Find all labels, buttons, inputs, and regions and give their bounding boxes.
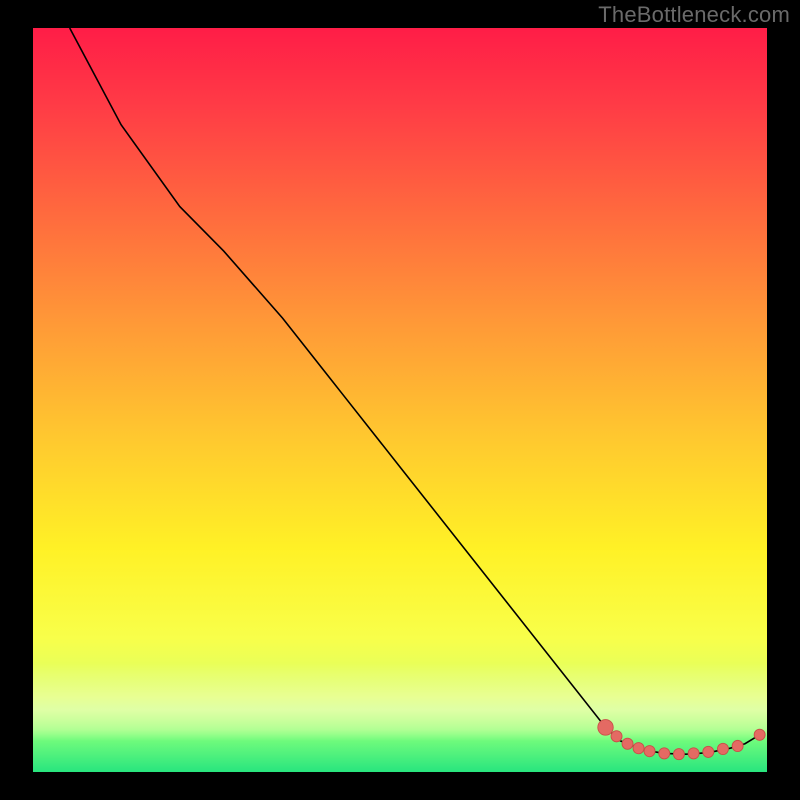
data-point: [732, 740, 743, 751]
chart-container: TheBottleneck.com: [0, 0, 800, 800]
data-point: [659, 748, 670, 759]
data-point: [688, 748, 699, 759]
data-point: [633, 743, 644, 754]
data-point: [703, 746, 714, 757]
curve-path: [70, 28, 760, 754]
data-markers: [598, 720, 765, 760]
data-point: [622, 738, 633, 749]
data-point: [598, 720, 613, 736]
watermark-text: TheBottleneck.com: [598, 2, 790, 28]
bottleneck-curve: [70, 28, 760, 754]
overlay-layer: [33, 28, 767, 772]
data-point: [673, 749, 684, 760]
plot-area: [33, 28, 767, 772]
data-point: [644, 746, 655, 757]
data-point: [717, 743, 728, 754]
data-point: [754, 729, 765, 740]
data-point: [611, 731, 622, 742]
